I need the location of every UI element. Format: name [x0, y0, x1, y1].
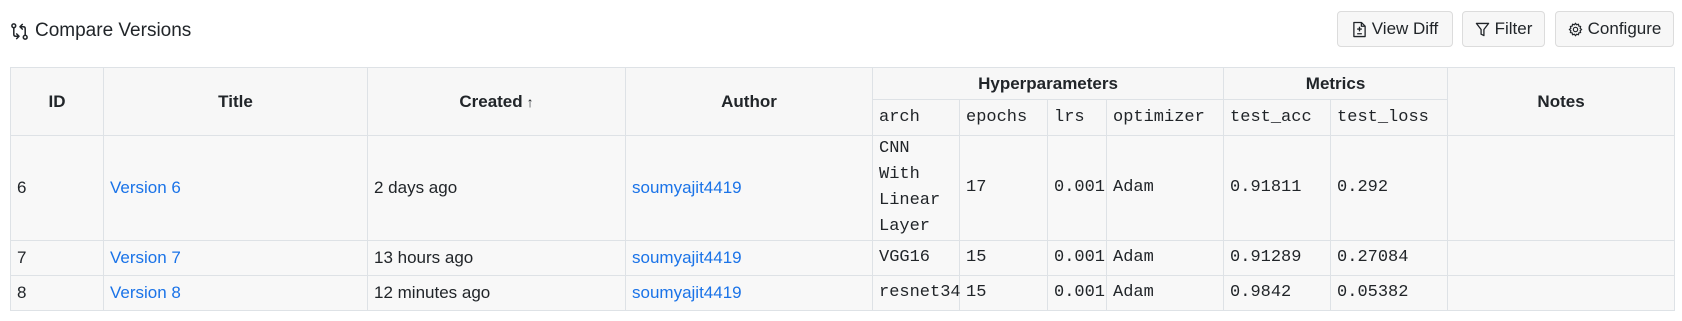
sort-ascending-icon: ↑	[526, 93, 534, 110]
cell-created: 13 hours ago	[367, 240, 626, 276]
arch-line: resnet34	[879, 283, 961, 302]
file-diff-icon	[1352, 21, 1366, 37]
column-header-test-acc[interactable]: test_acc	[1223, 99, 1332, 136]
cell-id: 6	[10, 135, 104, 241]
cell-notes[interactable]	[1447, 135, 1676, 241]
cell-lrs: 0.001	[1047, 240, 1107, 276]
table-row: 6 Version 6 2 days ago soumyajit4419 CNN…	[10, 135, 1676, 241]
cell-arch: VGG16	[872, 240, 960, 276]
column-header-epochs[interactable]: epochs	[959, 99, 1048, 136]
filter-button[interactable]: Filter	[1462, 11, 1545, 47]
page-header: Compare Versions View Diff Filter Config…	[0, 0, 1682, 60]
column-header-test-loss[interactable]: test_loss	[1330, 99, 1449, 136]
cell-epochs: 15	[959, 240, 1048, 276]
table-row: 7 Version 7 13 hours ago soumyajit4419 V…	[10, 240, 1676, 276]
column-header-arch[interactable]: arch	[872, 99, 960, 136]
cell-optimizer: Adam	[1105, 240, 1225, 276]
author-link[interactable]: soumyajit4419	[632, 178, 742, 197]
cell-arch: CNN With Linear Layer	[872, 135, 960, 241]
column-group-metrics: Metrics	[1223, 67, 1449, 100]
column-header-lrs[interactable]: lrs	[1047, 99, 1107, 136]
version-link[interactable]: Version 6	[110, 178, 181, 197]
cell-author: soumyajit4419	[625, 135, 873, 241]
column-header-created-label: Created	[459, 91, 523, 111]
compare-versions-table: ID Title Created ↑ Author Hyperparameters…	[10, 67, 1676, 311]
cell-test-acc: 0.9842	[1223, 275, 1332, 311]
column-header-author[interactable]: Author	[625, 67, 873, 136]
column-header-title[interactable]: Title	[103, 67, 368, 136]
cell-lrs: 0.001	[1047, 275, 1107, 311]
author-link[interactable]: soumyajit4419	[632, 283, 742, 302]
cell-epochs: 15	[959, 275, 1048, 311]
version-link[interactable]: Version 8	[110, 283, 181, 302]
table-row: 8 Version 8 12 minutes ago soumyajit4419…	[10, 275, 1676, 311]
cell-title: Version 8	[103, 275, 368, 311]
column-header-created[interactable]: Created ↑	[367, 67, 626, 136]
arch-line: Layer	[879, 217, 931, 236]
filter-label: Filter	[1494, 19, 1533, 38]
cell-lrs: 0.001	[1047, 135, 1107, 241]
arch-line: CNN With	[879, 139, 920, 184]
column-group-hyperparameters: Hyperparameters	[871, 67, 1225, 100]
cell-id: 8	[10, 275, 104, 311]
cell-optimizer: Adam	[1105, 135, 1225, 241]
cell-arch: resnet34	[872, 275, 961, 311]
page-title: Compare Versions	[35, 20, 192, 41]
cell-created: 12 minutes ago	[367, 275, 626, 311]
table-header-row: ID Title Created ↑ Author Hyperparameters…	[10, 67, 1676, 136]
arch-line: Linear	[879, 191, 941, 210]
column-header-optimizer[interactable]: optimizer	[1105, 99, 1225, 136]
author-link[interactable]: soumyajit4419	[632, 248, 742, 267]
cell-test-loss: 0.05382	[1330, 275, 1449, 311]
view-diff-button[interactable]: View Diff	[1337, 11, 1453, 47]
compare-arrows-icon	[11, 22, 28, 40]
cell-test-acc: 0.91811	[1223, 135, 1332, 241]
cell-test-acc: 0.91289	[1223, 240, 1332, 276]
cell-test-loss: 0.27084	[1330, 240, 1449, 276]
cell-optimizer: Adam	[1105, 275, 1225, 311]
arch-line: VGG16	[879, 248, 931, 267]
column-header-id[interactable]: ID	[10, 67, 104, 136]
cell-notes[interactable]	[1447, 240, 1676, 276]
cell-created: 2 days ago	[367, 135, 626, 241]
configure-button[interactable]: Configure	[1555, 11, 1674, 47]
cell-test-loss: 0.292	[1330, 135, 1449, 241]
cell-epochs: 17	[959, 135, 1048, 241]
version-link[interactable]: Version 7	[110, 248, 181, 267]
configure-label: Configure	[1587, 19, 1662, 38]
cell-id: 7	[10, 240, 104, 276]
view-diff-label: View Diff	[1371, 19, 1439, 38]
cell-title: Version 7	[103, 240, 368, 276]
cell-author: soumyajit4419	[625, 240, 873, 276]
cell-notes[interactable]	[1447, 275, 1676, 311]
column-header-notes[interactable]: Notes	[1447, 67, 1676, 136]
cell-title: Version 6	[103, 135, 368, 241]
gear-icon	[1568, 22, 1582, 36]
funnel-icon	[1475, 22, 1489, 36]
title-group: Compare Versions	[10, 18, 191, 44]
cell-author: soumyajit4419	[625, 275, 873, 311]
